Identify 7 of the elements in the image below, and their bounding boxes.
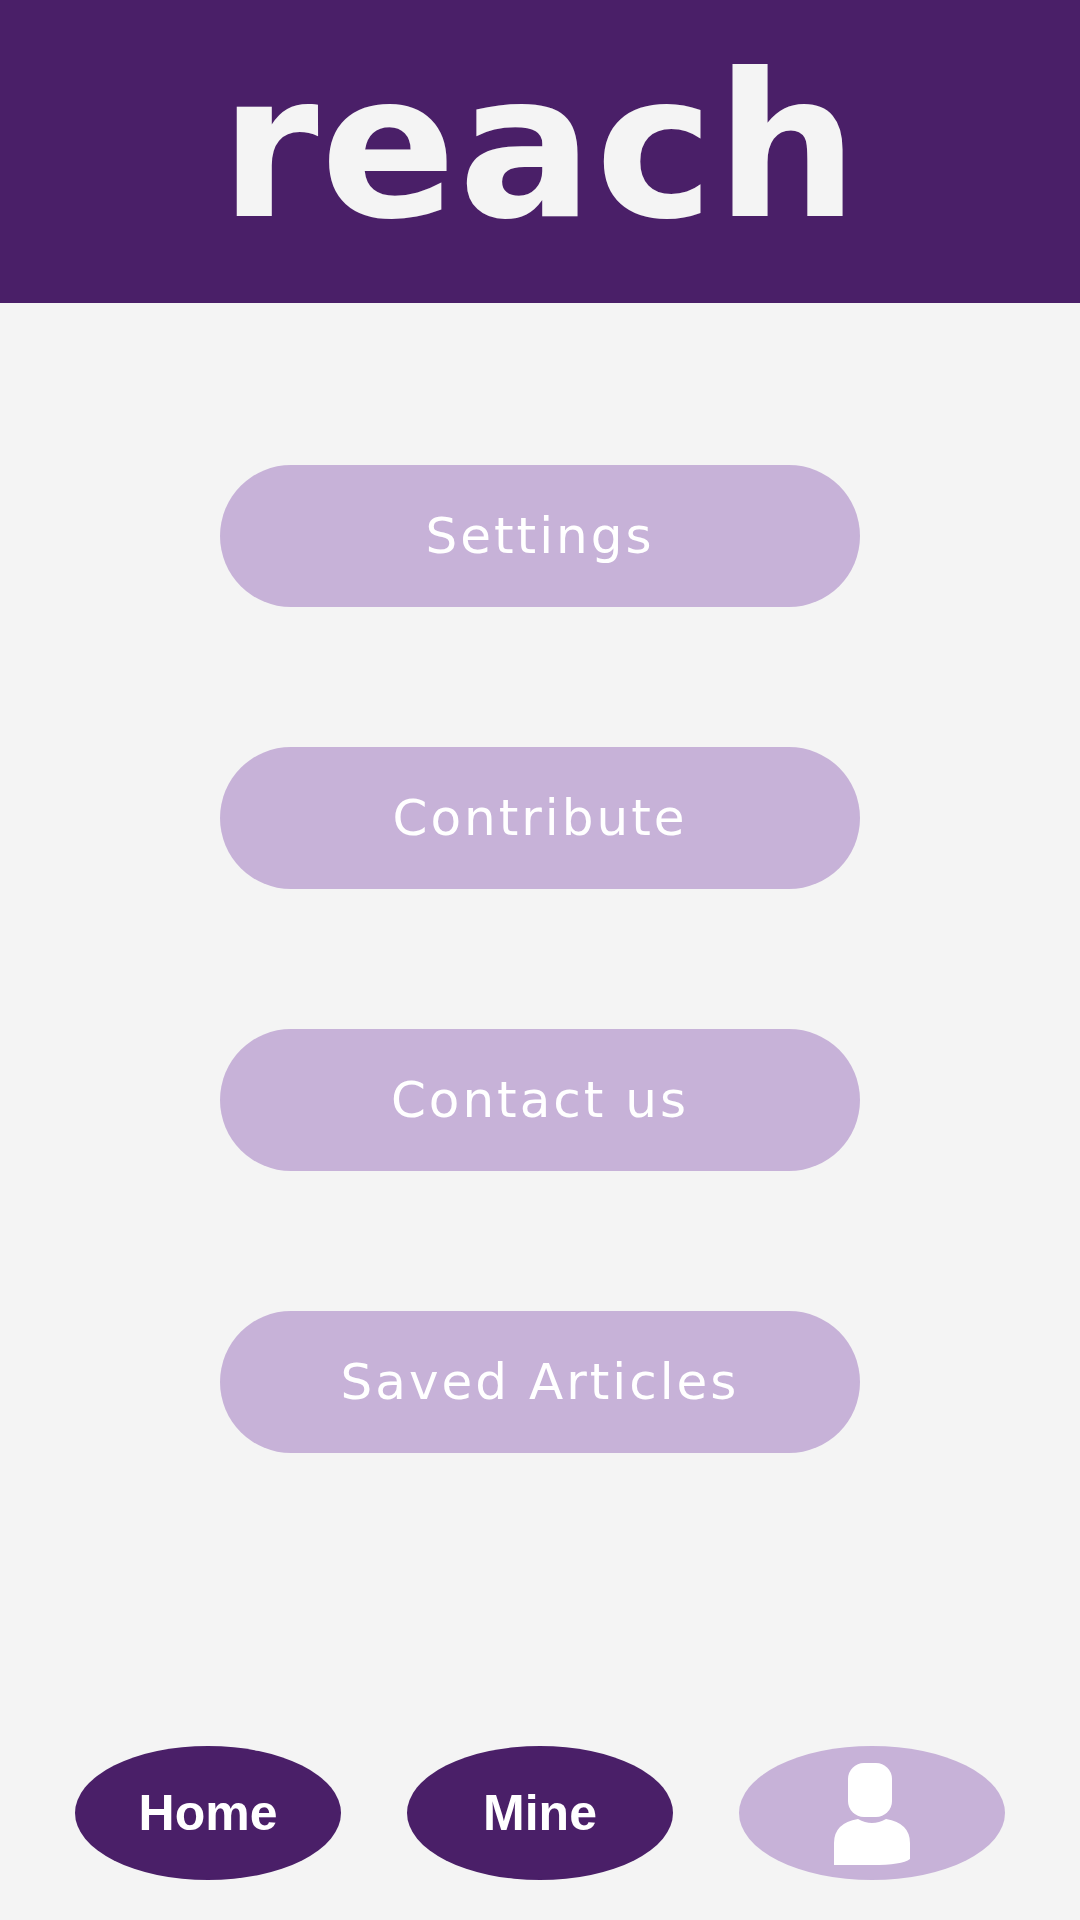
menu-button[interactable]: Contact us — [220, 1029, 860, 1171]
menu-button[interactable]: Saved Articles — [220, 1311, 860, 1453]
app-logo: reach — [219, 46, 861, 247]
menu-button[interactable]: Contribute — [220, 747, 860, 889]
nav-tab[interactable]: Home — [75, 1746, 341, 1880]
nav-tab[interactable]: Mine — [407, 1746, 673, 1880]
menu-button[interactable]: Settings — [220, 465, 860, 607]
